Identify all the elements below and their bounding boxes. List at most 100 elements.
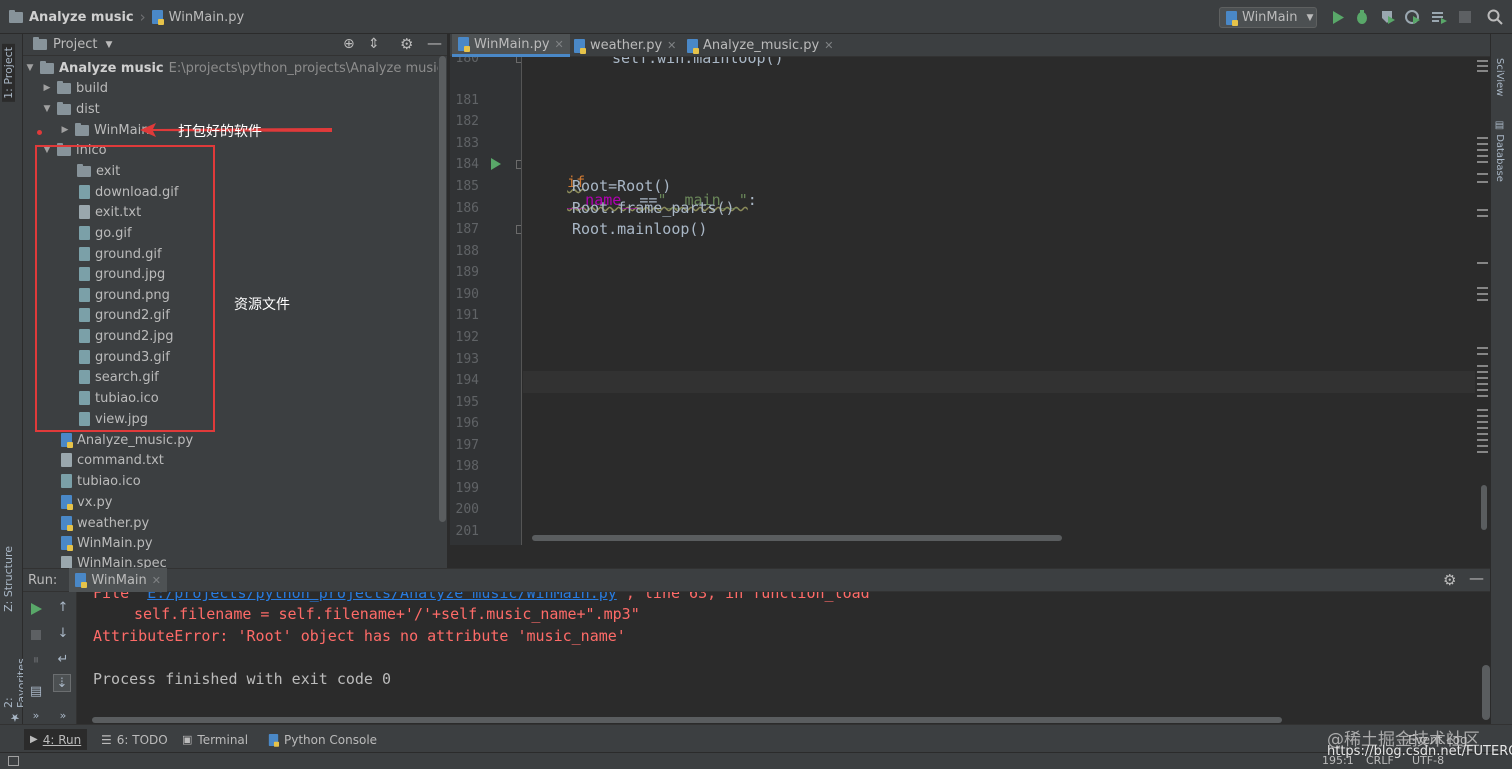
fold-marker-icon[interactable]	[516, 160, 521, 169]
tab-sciview[interactable]: SciView	[1494, 58, 1505, 96]
python-file-icon	[1226, 10, 1238, 26]
tab-database[interactable]: ▤ Database	[1494, 120, 1505, 182]
project-panel-title[interactable]: Project	[53, 37, 97, 52]
soft-wrap-icon[interactable]: ↵	[54, 650, 72, 668]
tab-run[interactable]: ▶ 4: Run	[24, 729, 88, 750]
right-tool-stripe: SciView ▤ Database	[1490, 34, 1512, 724]
tool-window-toggle-icon[interactable]	[8, 756, 19, 766]
console-exit-line: Process finished with exit code 0	[93, 670, 392, 688]
run-configuration-select[interactable]: WinMain ▼	[1219, 7, 1317, 28]
editor-gutter[interactable]: 180 181 182 183 184 185 186 187 188 189 …	[450, 57, 522, 545]
line-number: 194	[455, 373, 479, 388]
down-arrow-icon[interactable]: ↓	[54, 624, 72, 642]
tab-python-console[interactable]: Python Console	[262, 729, 383, 750]
tree-item[interactable]: vx.py	[61, 492, 112, 512]
editor-vertical-scroll-thumb[interactable]	[1481, 485, 1487, 530]
editor-tab-bar: WinMain.py ✕ weather.py ✕ Analyze_music.…	[450, 34, 1490, 57]
tree-item-label: dist	[76, 101, 100, 117]
tab-analyze-music[interactable]: Analyze_music.py ✕	[681, 34, 839, 57]
search-icon[interactable]	[1486, 8, 1504, 26]
collapsed-arrow-icon[interactable]: ▶	[60, 125, 70, 135]
more-icon[interactable]: »	[54, 706, 72, 724]
console-file-link[interactable]: E:/projects/python_projects/Analyze musi…	[147, 592, 617, 602]
gear-icon[interactable]: ⚙	[1443, 571, 1456, 589]
code-editor[interactable]: self.win.mainloop() if __name__=="__main…	[523, 57, 1475, 545]
expanded-arrow-icon[interactable]: ▼	[42, 104, 52, 114]
status-bar: 195:1 CRLF UTF-8	[0, 752, 1512, 769]
collapsed-arrow-icon[interactable]: ▶	[42, 83, 52, 93]
stripe-mark	[1477, 262, 1488, 264]
tree-item[interactable]: Analyze_music.py	[61, 430, 193, 450]
tab-weather[interactable]: weather.py ✕	[568, 34, 682, 57]
watermark-blog-url: https://blog.csdn.net/FUTEROX	[1327, 744, 1512, 759]
tree-root[interactable]: ▼ Analyze music E:\projects\python_proje…	[25, 58, 438, 78]
tab-structure-tool[interactable]: Z: Structure	[2, 546, 15, 612]
project-scrollbar[interactable]	[438, 56, 447, 568]
rerun-icon[interactable]	[27, 600, 45, 618]
close-icon[interactable]: ✕	[555, 38, 564, 51]
expanded-arrow-icon[interactable]: ▼	[25, 63, 35, 73]
stop-icon[interactable]	[27, 626, 45, 644]
editor-horizontal-scrollbar[interactable]	[532, 535, 1062, 541]
stop-icon[interactable]	[1456, 8, 1474, 26]
tree-item-label: Analyze_music.py	[77, 432, 194, 448]
pause-icon[interactable]: ⏸	[27, 651, 45, 669]
close-icon[interactable]: ✕	[667, 39, 676, 52]
build-icon[interactable]	[1430, 8, 1448, 26]
tree-item[interactable]: WinMain.spec	[61, 553, 167, 568]
debug-icon[interactable]	[1353, 8, 1371, 26]
tree-item[interactable]: weather.py	[61, 513, 149, 533]
collapse-all-icon[interactable]: ⇕	[368, 36, 380, 52]
run-console[interactable]: File "E:/projects/python_projects/Analyz…	[77, 592, 1482, 725]
bottom-tool-tabs: ▶ 4: Run ☰ 6: TODO ▣ Terminal Python Con…	[0, 724, 1512, 752]
tab-label: weather.py	[590, 38, 663, 53]
close-icon[interactable]: ✕	[824, 39, 833, 52]
todo-list-icon: ☰	[101, 732, 112, 747]
more-icon[interactable]: »	[27, 706, 45, 724]
line-number: 191	[455, 308, 479, 323]
scroll-to-end-icon[interactable]: ⇣	[53, 674, 71, 692]
minimize-icon[interactable]: —	[427, 34, 442, 52]
breadcrumb-file[interactable]: WinMain.py	[169, 10, 245, 25]
tree-item[interactable]: command.txt	[61, 450, 164, 470]
console-vertical-scrollbar[interactable]	[1482, 665, 1490, 720]
star-icon: ★	[8, 711, 22, 724]
up-arrow-icon[interactable]: ↑	[54, 598, 72, 616]
tab-winmain[interactable]: WinMain.py ✕	[452, 34, 570, 57]
fold-marker-icon[interactable]	[516, 57, 521, 63]
run-line-icon[interactable]	[491, 158, 501, 170]
tab-todo[interactable]: ☰ 6: TODO	[95, 729, 174, 750]
line-number: 186	[455, 201, 479, 216]
tree-item[interactable]: ▶ WinMain	[60, 120, 149, 140]
line-number: 183	[455, 136, 479, 151]
line-number: 180	[455, 57, 479, 66]
tree-item[interactable]: ▶ build	[42, 78, 108, 98]
fold-marker-icon[interactable]	[516, 225, 521, 234]
run-icon[interactable]	[1329, 8, 1347, 26]
tree-item-label: WinMain.py	[77, 535, 153, 551]
run-tab-winmain[interactable]: WinMain ✕	[69, 568, 167, 592]
coverage-icon[interactable]	[1378, 8, 1396, 26]
breadcrumb-project[interactable]: Analyze music	[29, 10, 134, 25]
console-horizontal-scrollbar[interactable]	[92, 717, 1282, 723]
tab-project-tool[interactable]: 1: Project	[2, 44, 15, 102]
error-stripe[interactable]	[1475, 57, 1490, 545]
tree-item[interactable]: WinMain.py	[61, 533, 153, 553]
tree-item[interactable]: ▼ dist	[42, 99, 100, 119]
tree-item-label: command.txt	[77, 452, 164, 468]
line-number: 197	[455, 438, 479, 453]
tab-terminal[interactable]: ▣ Terminal	[176, 729, 254, 750]
minimize-icon[interactable]: —	[1469, 569, 1484, 587]
layout-icon[interactable]: ▤	[27, 682, 45, 700]
tree-item[interactable]: tubiao.ico	[61, 471, 141, 491]
console-file-prefix: File "	[93, 592, 148, 602]
profile-icon[interactable]	[1403, 8, 1421, 26]
locate-icon[interactable]: ⊕	[343, 36, 355, 52]
chevron-down-icon[interactable]: ▼	[105, 40, 112, 50]
project-icon	[33, 37, 47, 50]
stripe-mark	[1477, 415, 1488, 417]
line-number: 182	[455, 114, 479, 129]
gear-icon[interactable]: ⚙	[400, 35, 413, 53]
close-icon[interactable]: ✕	[152, 574, 161, 587]
scrollbar-thumb[interactable]	[439, 56, 446, 522]
